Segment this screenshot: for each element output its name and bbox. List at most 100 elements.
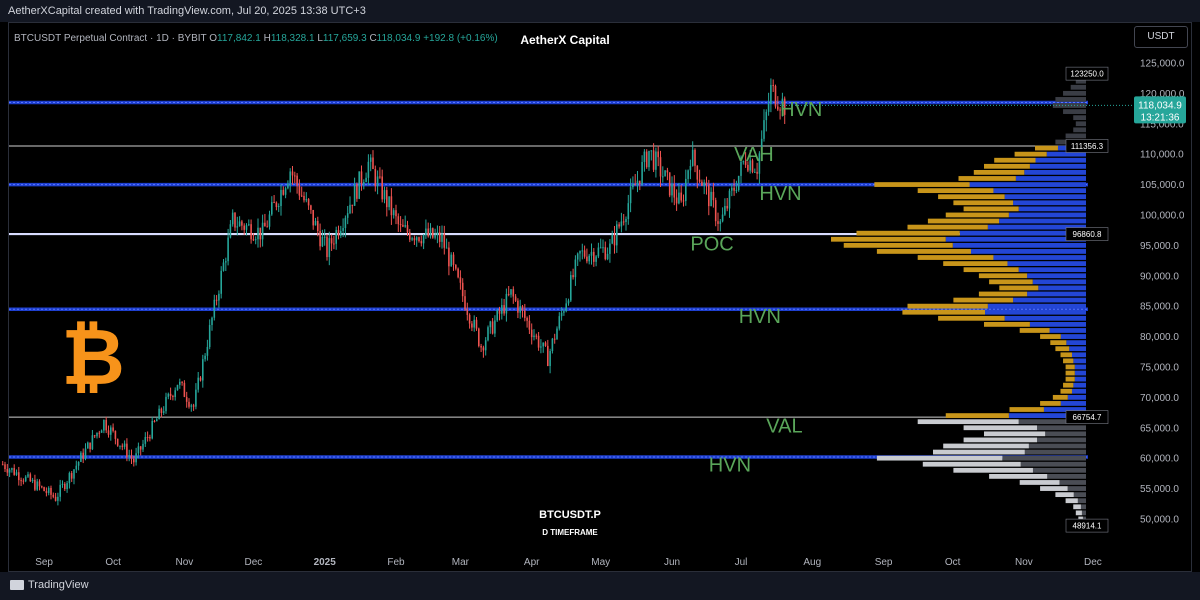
profile-bar xyxy=(1029,163,1086,169)
y-tick-label: 70,000.0 xyxy=(1140,393,1179,404)
candle-body xyxy=(478,328,480,347)
profile-bar xyxy=(1055,346,1070,352)
candle-body xyxy=(542,342,544,347)
candle-body xyxy=(167,393,170,397)
candle-body xyxy=(666,170,669,173)
candle-body xyxy=(346,213,349,218)
candle-body xyxy=(461,282,464,297)
candle-body xyxy=(570,275,572,301)
x-tick-label: 2025 xyxy=(314,557,337,568)
candle-body xyxy=(655,151,657,170)
profile-bar xyxy=(1049,328,1086,333)
tradingview-logo[interactable]: TradingView xyxy=(10,579,89,591)
candle-body xyxy=(443,234,446,248)
profile-bar xyxy=(1018,206,1086,212)
x-tick-label: Mar xyxy=(452,557,470,568)
candle-body xyxy=(218,293,220,301)
candle-body xyxy=(392,210,395,216)
candle-body xyxy=(406,225,409,233)
profile-bar xyxy=(938,315,1005,321)
candle-body xyxy=(770,85,772,104)
candle-body xyxy=(395,210,397,217)
candle-body xyxy=(641,161,643,184)
candle-body xyxy=(535,335,538,337)
candle-body xyxy=(498,310,501,314)
price-chart[interactable]: HVNVAHHVNPOCHVNVALHVN 125,000.0120,000.0… xyxy=(0,0,1200,600)
candle-body xyxy=(731,187,733,191)
candle-body xyxy=(294,175,296,177)
candle-body xyxy=(376,176,379,187)
profile-bar xyxy=(1063,109,1086,114)
candle-body xyxy=(464,296,466,310)
candle-body xyxy=(277,206,280,208)
candle-body xyxy=(563,311,565,313)
candle-body xyxy=(590,251,593,256)
candle-body xyxy=(280,189,282,207)
profile-bar xyxy=(963,437,1038,443)
candle-body xyxy=(105,419,107,431)
candle-body xyxy=(137,446,140,454)
candle-body xyxy=(583,250,586,257)
volume-profile xyxy=(831,72,1086,528)
brand-title: AetherX Capital xyxy=(520,33,610,47)
candle-body xyxy=(703,182,705,186)
profile-bar xyxy=(984,431,1046,437)
candle-body xyxy=(314,220,317,226)
candle-body xyxy=(613,234,616,246)
profile-bar xyxy=(1040,401,1061,406)
candle-body xyxy=(756,171,758,174)
candle-body xyxy=(698,179,701,182)
candle-body xyxy=(222,262,225,271)
profile-bar xyxy=(1065,133,1086,139)
profile-bar xyxy=(1007,261,1086,266)
candle-body xyxy=(726,205,728,209)
profile-bar xyxy=(1018,267,1086,273)
profile-bar xyxy=(1035,157,1086,163)
profile-bar xyxy=(952,242,1086,248)
x-tick-label: Apr xyxy=(524,557,540,568)
candle-body xyxy=(116,438,119,446)
profile-bar xyxy=(876,455,1003,461)
profile-bar xyxy=(1024,170,1086,175)
candle-body xyxy=(691,149,694,166)
profile-bar xyxy=(963,206,1019,212)
candle-body xyxy=(91,435,94,450)
candle-body xyxy=(298,185,301,196)
candle-body xyxy=(231,212,234,225)
candle-body xyxy=(38,481,41,487)
level-tag: 111356.3 xyxy=(1071,142,1104,151)
candle-body xyxy=(507,293,510,295)
candle-body xyxy=(450,254,452,267)
candle-body xyxy=(335,229,337,244)
candle-body xyxy=(616,224,618,246)
candle-body xyxy=(595,256,597,262)
profile-bar xyxy=(917,255,994,260)
profile-bar xyxy=(989,279,1033,285)
candle-body xyxy=(556,328,558,340)
candle-body xyxy=(379,176,381,178)
candle-body xyxy=(305,199,308,201)
candle-body xyxy=(300,195,303,197)
candle-body xyxy=(643,151,646,162)
currency-button[interactable]: USDT xyxy=(1134,26,1188,48)
candle-body xyxy=(112,427,114,431)
candle-body xyxy=(64,483,66,490)
profile-bar xyxy=(907,303,988,309)
tradingview-logo-text: TradingView xyxy=(28,579,89,591)
candle-body xyxy=(162,411,165,413)
profile-bar xyxy=(943,443,1029,449)
profile-bar xyxy=(917,188,994,194)
y-tick-label: 65,000.0 xyxy=(1140,423,1179,434)
profile-bar xyxy=(1073,127,1086,133)
candle-body xyxy=(512,289,515,297)
candle-body xyxy=(712,191,715,201)
candle-body xyxy=(652,150,655,170)
candle-body xyxy=(257,227,259,240)
candle-body xyxy=(208,325,211,347)
candle-body xyxy=(659,157,662,177)
candle-body xyxy=(103,419,105,431)
candle-body xyxy=(489,321,492,328)
candle-body xyxy=(482,347,485,351)
candle-body xyxy=(673,184,676,198)
zone-label-poc-3: POC xyxy=(690,233,733,255)
